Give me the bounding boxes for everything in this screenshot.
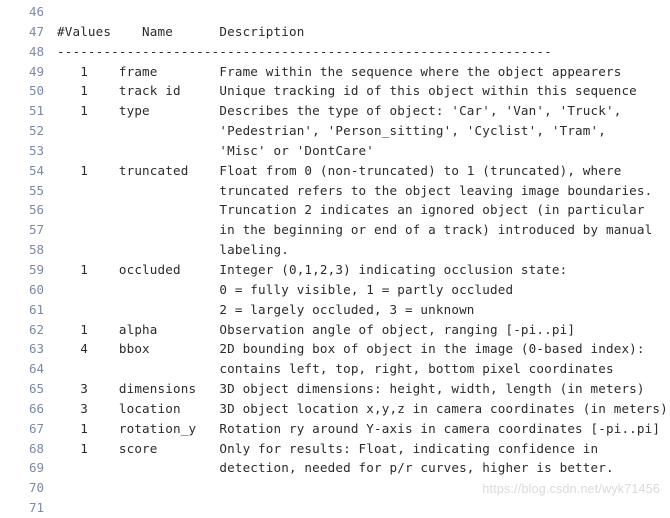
line-content[interactable]: 1 track id Unique tracking id of this ob… xyxy=(46,81,670,101)
line-content[interactable]: 1 frame Frame within the sequence where … xyxy=(46,62,670,82)
line-number: 60 xyxy=(28,281,44,297)
line-content[interactable]: contains left, top, right, bottom pixel … xyxy=(46,359,670,379)
line-content[interactable]: 1 rotation_y Rotation ry around Y-axis i… xyxy=(46,419,670,439)
code-line: 47 #Values Name Description xyxy=(0,22,670,42)
code-line: 50 1 track id Unique tracking id of this… xyxy=(0,81,670,101)
line-content[interactable]: 0 = fully visible, 1 = partly occluded xyxy=(46,280,670,300)
line-number: 70 xyxy=(28,480,44,496)
line-content[interactable]: 1 occluded Integer (0,1,2,3) indicating … xyxy=(46,260,670,280)
line-content[interactable]: in the beginning or end of a track) intr… xyxy=(46,220,670,240)
code-line: 60 0 = fully visible, 1 = partly occlude… xyxy=(0,280,670,300)
code-line: 52 'Pedestrian', 'Person_sitting', 'Cycl… xyxy=(0,121,670,141)
line-content[interactable]: detection, needed for p/r curves, higher… xyxy=(46,458,670,478)
code-line: 53 'Misc' or 'DontCare' xyxy=(0,141,670,161)
line-number: 53 xyxy=(28,142,44,158)
code-line: 55 truncated refers to the object leavin… xyxy=(0,181,670,201)
line-number: 55 xyxy=(28,182,44,198)
line-number: 63 xyxy=(28,341,44,357)
code-line: 67 1 rotation_y Rotation ry around Y-axi… xyxy=(0,419,670,439)
line-content[interactable]: 'Pedestrian', 'Person_sitting', 'Cyclist… xyxy=(46,121,670,141)
line-content[interactable]: Truncation 2 indicates an ignored object… xyxy=(46,200,670,220)
code-line: 59 1 occluded Integer (0,1,2,3) indicati… xyxy=(0,260,670,280)
code-line: 54 1 truncated Float from 0 (non-truncat… xyxy=(0,161,670,181)
line-number: 64 xyxy=(28,361,44,377)
line-number: 46 xyxy=(28,4,44,19)
line-content[interactable]: 2 = largely occluded, 3 = unknown xyxy=(46,300,670,320)
code-viewer: 46 47 #Values Name Description 48 ----------… xyxy=(0,0,670,515)
line-content[interactable]: labeling. xyxy=(46,240,670,260)
line-content[interactable]: 1 score Only for results: Float, indicat… xyxy=(46,439,670,459)
code-line: 58 labeling. xyxy=(0,240,670,260)
code-line: 49 1 frame Frame within the sequence whe… xyxy=(0,62,670,82)
line-content[interactable]: 3 location 3D object location x,y,z in c… xyxy=(46,399,670,419)
code-line: 48 --------------------------------------… xyxy=(0,42,670,62)
line-number: 50 xyxy=(28,83,44,99)
line-number: 68 xyxy=(28,440,44,456)
line-number: 61 xyxy=(28,301,44,317)
line-content[interactable]: 1 type Describes the type of object: 'Ca… xyxy=(46,101,670,121)
code-line: 61 2 = largely occluded, 3 = unknown xyxy=(0,300,670,320)
code-line: 57 in the beginning or end of a track) i… xyxy=(0,220,670,240)
line-number: 65 xyxy=(28,381,44,397)
line-content[interactable]: 3 dimensions 3D object dimensions: heigh… xyxy=(46,379,670,399)
line-number: 66 xyxy=(28,400,44,416)
code-line: 46 xyxy=(0,2,670,22)
line-number: 58 xyxy=(28,242,44,258)
line-number: 51 xyxy=(28,103,44,119)
line-number: 57 xyxy=(28,222,44,238)
line-content[interactable]: 1 alpha Observation angle of object, ran… xyxy=(46,320,670,340)
line-number: 71 xyxy=(28,500,44,516)
code-line: 68 1 score Only for results: Float, indi… xyxy=(0,439,670,459)
code-line: 62 1 alpha Observation angle of object, … xyxy=(0,320,670,340)
line-content[interactable]: 4 bbox 2D bounding box of object in the … xyxy=(46,339,670,359)
line-number: 69 xyxy=(28,460,44,476)
code-line: 63 4 bbox 2D bounding box of object in t… xyxy=(0,339,670,359)
line-number: 59 xyxy=(28,261,44,277)
code-line: 69 detection, needed for p/r curves, hig… xyxy=(0,458,670,478)
code-line: 66 3 location 3D object location x,y,z i… xyxy=(0,399,670,419)
line-number: 49 xyxy=(28,63,44,79)
code-line: 71 xyxy=(0,498,670,518)
code-line: 64 contains left, top, right, bottom pix… xyxy=(0,359,670,379)
line-number: 52 xyxy=(28,123,44,139)
code-line: 70 xyxy=(0,478,670,498)
line-content[interactable]: 'Misc' or 'DontCare' xyxy=(46,141,670,161)
code-line: 51 1 type Describes the type of object: … xyxy=(0,101,670,121)
code-line: 56 Truncation 2 indicates an ignored obj… xyxy=(0,200,670,220)
line-number: 56 xyxy=(28,202,44,218)
line-number: 62 xyxy=(28,321,44,337)
line-number: 47 xyxy=(28,23,44,39)
line-content[interactable]: #Values Name Description xyxy=(46,22,670,42)
code-line: 65 3 dimensions 3D object dimensions: he… xyxy=(0,379,670,399)
line-number: 48 xyxy=(28,43,44,59)
line-content[interactable]: ----------------------------------------… xyxy=(46,42,670,62)
line-content[interactable]: 1 truncated Float from 0 (non-truncated)… xyxy=(46,161,670,181)
line-number: 67 xyxy=(28,420,44,436)
line-content[interactable]: truncated refers to the object leaving i… xyxy=(46,181,670,201)
code-line-list: 46 47 #Values Name Description 48 ----------… xyxy=(0,0,670,518)
line-number: 54 xyxy=(28,162,44,178)
